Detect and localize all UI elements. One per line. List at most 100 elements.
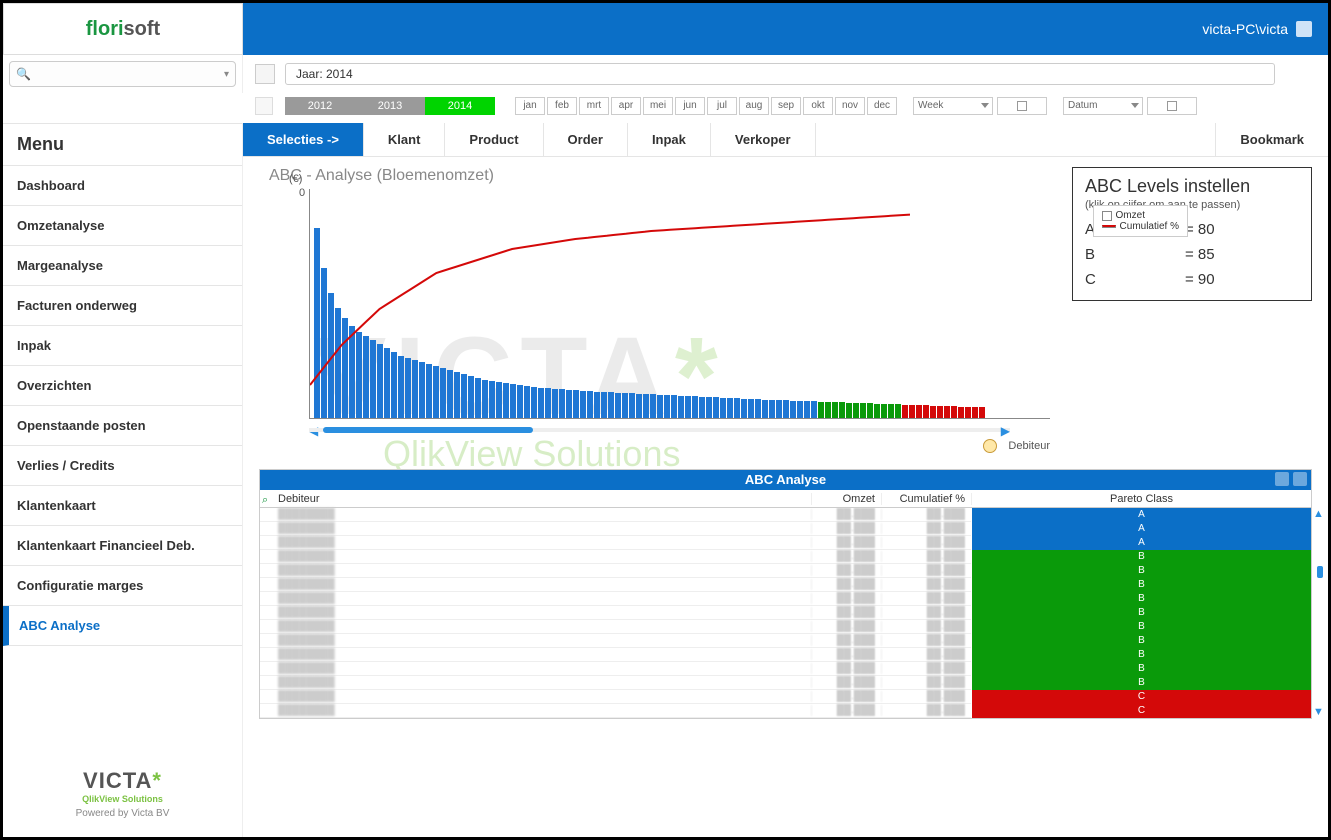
user-icon[interactable] (1296, 21, 1312, 37)
sidebar-item-inpak[interactable]: Inpak (3, 326, 242, 366)
scroll-down-icon[interactable]: ▼ (1313, 706, 1324, 718)
col-header-omzet[interactable]: Omzet (811, 493, 881, 505)
tab-inpak[interactable]: Inpak (628, 123, 711, 156)
table-row[interactable]: ██████████.█████.███B (260, 648, 1311, 662)
table-row[interactable]: ██████████.█████.███B (260, 620, 1311, 634)
export-icon[interactable] (1293, 472, 1307, 486)
month-btn-aug[interactable]: aug (739, 97, 769, 115)
month-btn-nov[interactable]: nov (835, 97, 865, 115)
calendar-icon[interactable] (255, 64, 275, 84)
level-b-value[interactable]: = 85 (1185, 246, 1215, 263)
search-small-icon[interactable]: ⌕ (262, 494, 268, 507)
table-row[interactable]: ██████████.█████.███B (260, 564, 1311, 578)
chart-bar (804, 401, 810, 418)
chart-bar (727, 398, 733, 418)
table-row[interactable]: ██████████.█████.███B (260, 676, 1311, 690)
table-row[interactable]: ██████████.█████.███B (260, 578, 1311, 592)
chart-bar (391, 352, 397, 418)
table-row[interactable]: ██████████.█████.███C (260, 690, 1311, 704)
datum-check[interactable] (1147, 97, 1197, 115)
chevron-down-icon[interactable]: ▾ (224, 69, 229, 80)
table-row[interactable]: ██████████.█████.███A (260, 508, 1311, 522)
year-display[interactable]: Jaar: 2014 (285, 63, 1275, 85)
week-dropdown[interactable]: Week (913, 97, 993, 115)
scroll-thumb[interactable] (323, 427, 533, 433)
tab-order[interactable]: Order (544, 123, 628, 156)
tab-product[interactable]: Product (445, 123, 543, 156)
month-btn-mei[interactable]: mei (643, 97, 673, 115)
table-row[interactable]: ██████████.█████.███A (260, 536, 1311, 550)
sidebar-item-klantenkaart-financieel-deb-[interactable]: Klantenkaart Financieel Deb. (3, 526, 242, 566)
month-btn-apr[interactable]: apr (611, 97, 641, 115)
scroll-right-icon[interactable]: ▶ (1001, 424, 1010, 438)
tab-klant[interactable]: Klant (364, 123, 446, 156)
table-row[interactable]: ██████████.█████.███B (260, 592, 1311, 606)
week-check[interactable] (997, 97, 1047, 115)
print-icon[interactable] (1275, 472, 1289, 486)
chart-bar (930, 406, 936, 418)
datum-dropdown[interactable]: Datum (1063, 97, 1143, 115)
table-row[interactable]: ██████████.█████.███B (260, 606, 1311, 620)
chart-bar (328, 293, 334, 418)
month-btn-jul[interactable]: jul (707, 97, 737, 115)
month-btn-dec[interactable]: dec (867, 97, 897, 115)
sidebar-item-klantenkaart[interactable]: Klantenkaart (3, 486, 242, 526)
table-scrollbar[interactable]: ▲ ▼ (1313, 508, 1323, 718)
year-btn-2014[interactable]: 2014 (425, 97, 495, 115)
chart-bar (545, 388, 551, 418)
chart-bar (524, 386, 530, 418)
table-row[interactable]: ██████████.█████.███B (260, 662, 1311, 676)
chart-bar (482, 380, 488, 418)
col-header-pareto[interactable]: Pareto Class (971, 493, 1311, 505)
calendar-small-icon[interactable] (255, 97, 273, 115)
month-btn-sep[interactable]: sep (771, 97, 801, 115)
sidebar-item-abc-analyse[interactable]: ABC Analyse (3, 606, 242, 646)
year-btn-2012[interactable]: 2012 (285, 97, 355, 115)
search-input[interactable] (35, 67, 224, 81)
table-row[interactable]: ██████████.█████.███B (260, 550, 1311, 564)
scroll-up-icon[interactable]: ▲ (1313, 508, 1324, 520)
chart-bar (384, 348, 390, 418)
sidebar-item-dashboard[interactable]: Dashboard (3, 166, 242, 206)
sidebar-item-margeanalyse[interactable]: Margeanalyse (3, 246, 242, 286)
table-scroll-thumb[interactable] (1317, 566, 1323, 578)
month-btn-mrt[interactable]: mrt (579, 97, 609, 115)
chart-bar (972, 407, 978, 418)
sidebar-item-openstaande-posten[interactable]: Openstaande posten (3, 406, 242, 446)
table-row[interactable]: ██████████.█████.███B (260, 634, 1311, 648)
year-btn-2013[interactable]: 2013 (355, 97, 425, 115)
chart-bar (566, 390, 572, 418)
chart-bar (440, 368, 446, 418)
chart-bar (433, 366, 439, 418)
month-btn-jan[interactable]: jan (515, 97, 545, 115)
tab-selecties-[interactable]: Selecties -> (243, 123, 364, 156)
tab-verkoper[interactable]: Verkoper (711, 123, 816, 156)
sidebar-item-overzichten[interactable]: Overzichten (3, 366, 242, 406)
chart-scrollbar[interactable]: ◀ ▶ (309, 425, 1010, 435)
chart-bar (776, 400, 782, 418)
level-c-value[interactable]: = 90 (1185, 271, 1215, 288)
cycle-icon[interactable] (983, 439, 997, 453)
menu-title: Menu (3, 123, 242, 166)
col-header-cumulatief[interactable]: Cumulatief % (881, 493, 971, 505)
sidebar-item-configuratie-marges[interactable]: Configuratie marges (3, 566, 242, 606)
chart-bar (608, 392, 614, 418)
table-row[interactable]: ██████████.█████.███C (260, 704, 1311, 718)
chart-bar (503, 383, 509, 418)
level-a-value[interactable]: = 80 (1185, 221, 1215, 238)
month-btn-feb[interactable]: feb (547, 97, 577, 115)
sidebar-item-facturen-onderweg[interactable]: Facturen onderweg (3, 286, 242, 326)
chart-bar (755, 399, 761, 418)
col-header-debiteur[interactable]: ⌕Debiteur (260, 493, 811, 505)
chart-bar (881, 404, 887, 418)
sidebar-item-verlies-credits[interactable]: Verlies / Credits (3, 446, 242, 486)
chart-bar (636, 394, 642, 418)
sidebar-item-omzetanalyse[interactable]: Omzetanalyse (3, 206, 242, 246)
month-btn-okt[interactable]: okt (803, 97, 833, 115)
tab-bookmark[interactable]: Bookmark (1215, 123, 1328, 156)
chart-bar (629, 393, 635, 418)
table-row[interactable]: ██████████.█████.███A (260, 522, 1311, 536)
month-btn-jun[interactable]: jun (675, 97, 705, 115)
search-input-wrap[interactable]: 🔍 ▾ (9, 61, 236, 87)
y-axis-unit: (€) (289, 173, 302, 185)
